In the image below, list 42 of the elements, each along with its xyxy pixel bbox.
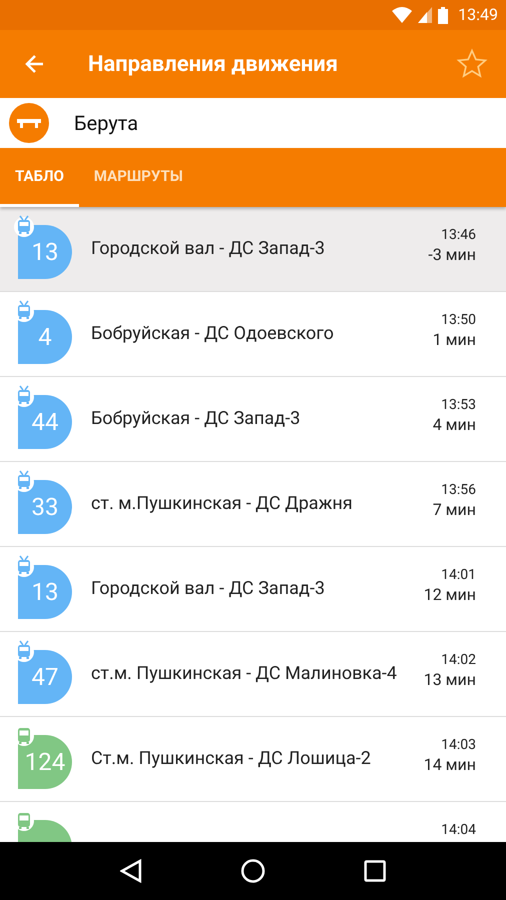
route-number: 33 bbox=[32, 492, 58, 523]
stop-name: Берута bbox=[74, 110, 138, 137]
wait-time: 14 мин bbox=[424, 754, 476, 776]
departure-time: 13:56 bbox=[441, 482, 476, 498]
departure-time: 14:02 bbox=[441, 652, 476, 668]
screen-title: Направления движения bbox=[88, 50, 339, 78]
wifi-icon bbox=[392, 7, 412, 23]
route-name: Ст.м. Пушкинская - ДС Лошица-2 bbox=[91, 748, 371, 769]
route-name: ст. м.Пушкинская - ДС Дражня bbox=[91, 493, 353, 514]
wait-time: 13 мин bbox=[424, 668, 476, 690]
battery-icon bbox=[438, 6, 448, 24]
route-name: Бобруйская - ДС Одоевского bbox=[91, 323, 334, 344]
clock: 13:49 bbox=[458, 4, 498, 26]
route-number: 13 bbox=[32, 237, 58, 268]
route-name: Бобруйская - ДС Запад-3 bbox=[91, 408, 300, 429]
wait-time: 1 мин bbox=[432, 328, 476, 350]
route-number: 13 bbox=[32, 577, 58, 608]
departure-time: 13:46 bbox=[441, 226, 476, 244]
trolleybus-icon bbox=[14, 215, 34, 237]
recents-icon[interactable] bbox=[364, 860, 386, 882]
wait-time: 7 мин bbox=[432, 498, 476, 520]
home-icon[interactable] bbox=[240, 859, 265, 883]
route-name: Городской вал - ДС Запад-3 bbox=[91, 238, 325, 259]
route-number: 4 bbox=[38, 322, 52, 353]
departure-time: 14:04 bbox=[441, 822, 476, 838]
departure-time: 13:50 bbox=[441, 312, 476, 328]
wait-time: 4 мин bbox=[432, 414, 476, 436]
stop-icon bbox=[9, 103, 49, 143]
route-name: ст.м. Пушкинская - ДС Малиновка-4 bbox=[91, 663, 397, 684]
wait-time: 12 мин bbox=[424, 584, 476, 606]
departure-time: 13:53 bbox=[441, 396, 476, 414]
signal-icon bbox=[418, 7, 432, 23]
departure-time: 14:01 bbox=[441, 566, 476, 584]
departure-row[interactable]: 13 Городской вал - ДС Запад-3 13:46 -3 мин bbox=[0, 207, 506, 292]
route-number: 124 bbox=[24, 747, 66, 778]
star-icon bbox=[456, 48, 488, 80]
back-icon[interactable] bbox=[120, 859, 142, 883]
route-number: 47 bbox=[32, 662, 58, 693]
route-number: 44 bbox=[32, 407, 58, 438]
departure-time: 14:03 bbox=[441, 736, 476, 754]
wait-time: -3 мин bbox=[428, 244, 476, 266]
route-name: Городской вал - ДС Запад-3 bbox=[91, 578, 325, 599]
